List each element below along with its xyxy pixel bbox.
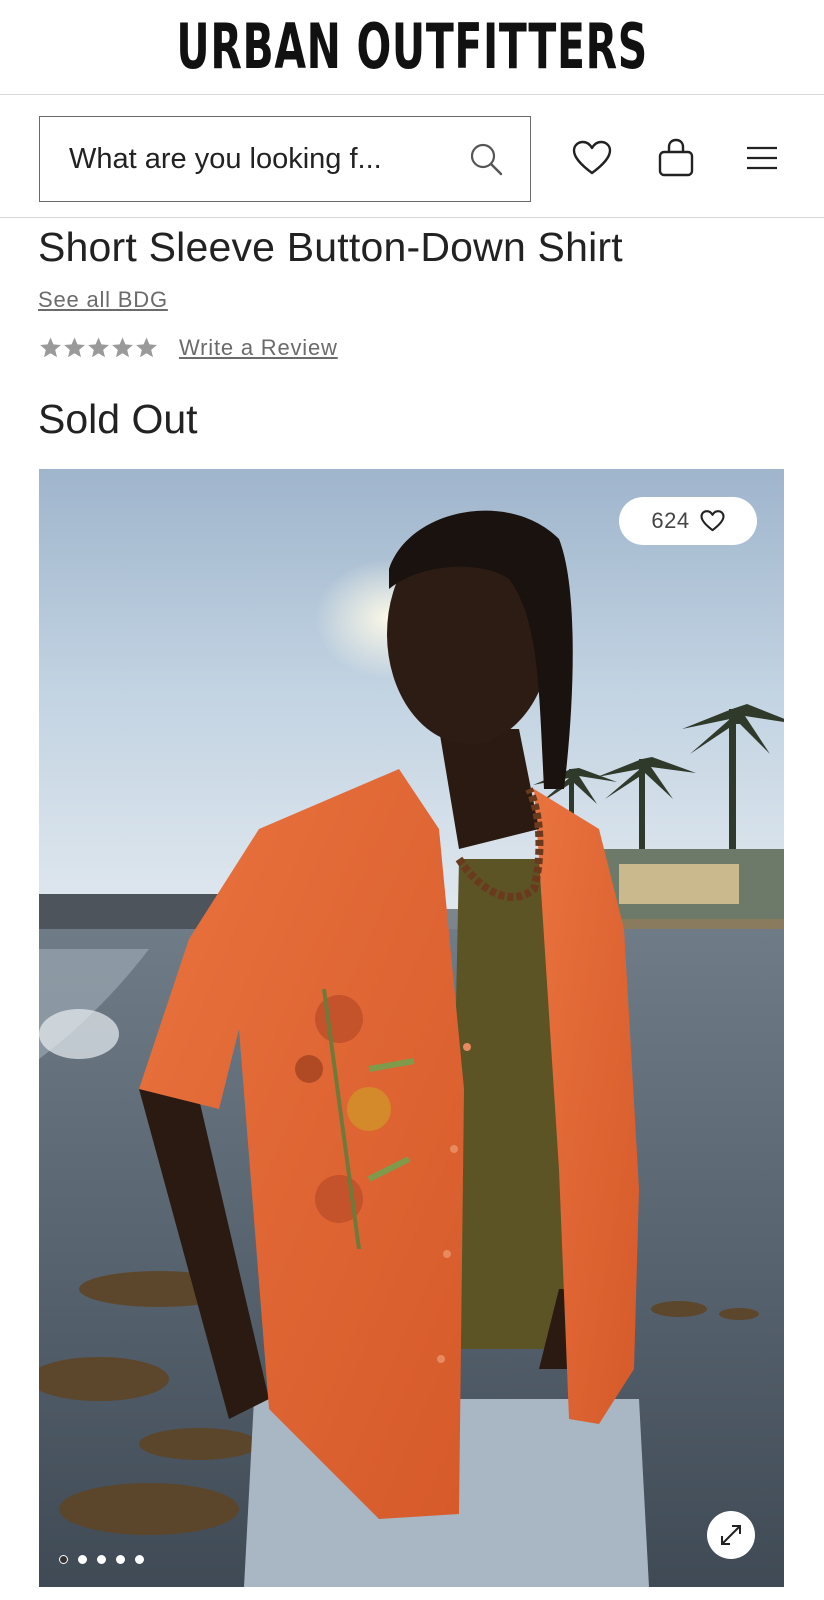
product-photo [39,469,784,1587]
heart-icon [700,510,725,532]
write-review-link[interactable]: Write a Review [179,335,338,361]
star-icon [112,337,133,358]
product-image[interactable]: 624 [39,469,784,1587]
rating-row: Write a Review [38,335,338,361]
bag-button[interactable] [654,136,698,180]
menu-button[interactable] [740,136,784,180]
carousel-dot[interactable] [97,1555,106,1564]
star-icon [40,337,61,358]
star-icon [88,337,109,358]
carousel-dot[interactable] [135,1555,144,1564]
shopping-bag-icon [658,138,694,177]
likes-button[interactable]: 624 [619,497,757,545]
likes-count: 624 [651,508,690,533]
star-icon [64,337,85,358]
stock-status: Sold Out [38,396,198,442]
brand-logo[interactable]: URBAN OUTFITTERS [176,16,647,78]
toolbar [0,96,824,218]
search-box[interactable] [39,116,531,202]
star-rating[interactable] [38,336,158,360]
carousel-dot[interactable] [116,1555,125,1564]
hamburger-menu-icon [747,146,777,170]
carousel-dot[interactable] [78,1555,87,1564]
star-icon [136,337,157,358]
expand-icon [721,1525,741,1545]
carousel-dots [59,1555,154,1564]
wishlist-button[interactable] [570,136,614,180]
product-title: Short Sleeve Button-Down Shirt [38,224,623,270]
heart-icon [572,140,612,175]
brand-header: URBAN OUTFITTERS [0,0,824,95]
carousel-dot[interactable] [59,1555,68,1564]
expand-image-button[interactable] [707,1511,755,1559]
search-input[interactable] [40,129,460,189]
search-icon[interactable] [468,141,504,177]
see-all-brand-link[interactable]: See all BDG [38,287,168,313]
